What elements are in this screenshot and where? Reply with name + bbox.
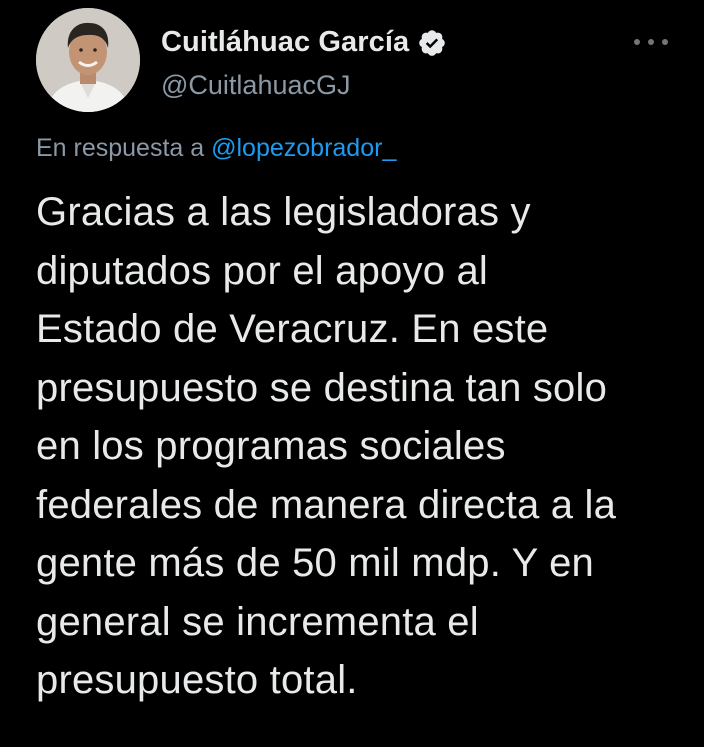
more-options-icon[interactable]	[634, 36, 668, 48]
reply-prefix: En respuesta a	[36, 134, 205, 162]
author-handle[interactable]: @CuitlahuacGJ	[161, 70, 351, 101]
profile-photo-icon	[36, 8, 140, 112]
author-display-name[interactable]: Cuitláhuac García	[161, 26, 409, 59]
more-dot	[648, 39, 654, 45]
avatar[interactable]	[36, 8, 140, 112]
author-name-row: Cuitláhuac García	[161, 26, 447, 59]
verified-badge-icon	[417, 28, 447, 58]
tweet-card: Cuitláhuac García @CuitlahuacGJ En respu…	[0, 0, 704, 747]
more-dot	[662, 39, 668, 45]
reply-context: En respuesta a @lopezobrador_	[36, 134, 396, 163]
more-dot	[634, 39, 640, 45]
reply-mention-link[interactable]: @lopezobrador_	[211, 134, 396, 162]
tweet-text: Gracias a las legisladoras y diputados p…	[36, 190, 617, 702]
